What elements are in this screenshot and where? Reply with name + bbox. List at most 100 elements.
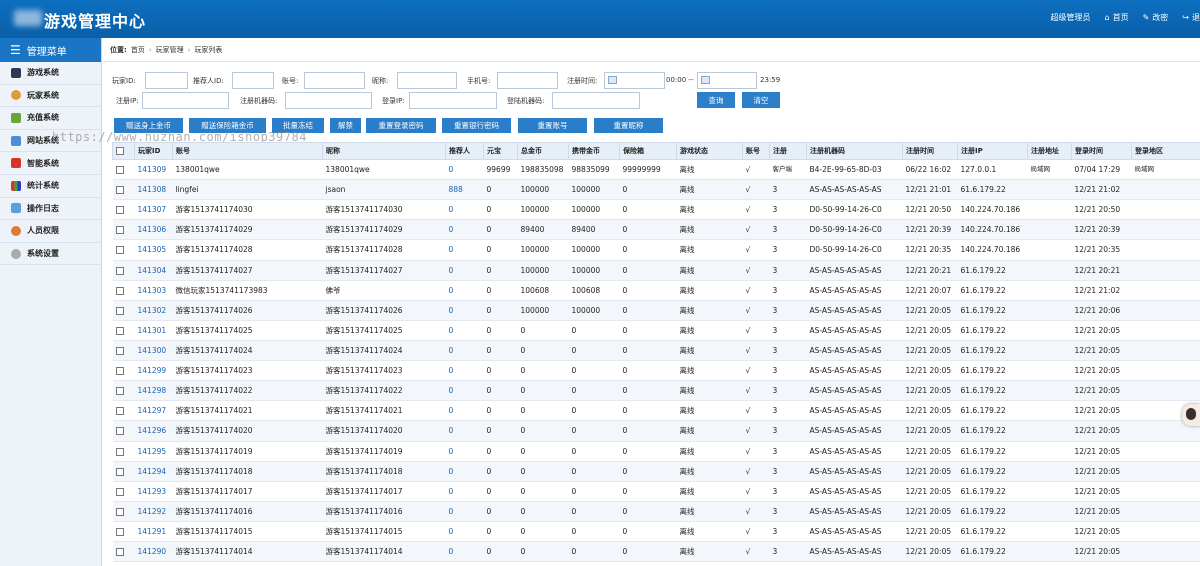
row-checkbox[interactable] xyxy=(115,206,124,215)
row-select-cell[interactable] xyxy=(112,340,135,362)
sidebar-item-game-system[interactable]: 游戏系统 xyxy=(0,62,101,85)
table-row[interactable]: 141294 游客1513741174018 游客1513741174018 0 0 0 0… xyxy=(112,461,1200,482)
row-checkbox[interactable] xyxy=(115,166,124,175)
row-checkbox[interactable] xyxy=(115,347,124,356)
table-header[interactable]: 登录地区 xyxy=(1131,142,1200,160)
unban-button[interactable]: 解禁 xyxy=(330,118,361,133)
login-ip-input[interactable] xyxy=(409,92,497,109)
row-checkbox[interactable] xyxy=(115,407,124,416)
batch-freeze-button[interactable]: 批量冻结 xyxy=(272,118,324,133)
table-row[interactable]: 141298 游客1513741174022 游客1513741174022 0 0 0 0… xyxy=(112,380,1200,402)
player-id-link[interactable]: 141309 xyxy=(134,159,173,181)
row-checkbox[interactable] xyxy=(115,528,124,537)
table-row[interactable]: 141305 游客1513741174028 游客1513741174028 0 0 10… xyxy=(112,239,1200,261)
table-row[interactable]: 141297 游客1513741174021 游客1513741174021 0 0 0 0… xyxy=(112,400,1200,422)
table-header[interactable]: 昵称 xyxy=(322,142,446,160)
player-id-link[interactable]: 141296 xyxy=(134,420,173,442)
row-select-cell[interactable] xyxy=(112,380,135,402)
row-checkbox[interactable] xyxy=(115,186,124,195)
table-row[interactable]: 141304 游客1513741174027 游客1513741174027 0 0 10… xyxy=(112,260,1200,281)
change-password-link[interactable]: ✎ 改密 xyxy=(1143,12,1169,23)
table-header[interactable]: 注册 xyxy=(769,142,807,160)
table-header[interactable]: 注册时间 xyxy=(902,142,958,160)
phone-input[interactable] xyxy=(497,72,558,89)
table-row[interactable]: 141293 游客1513741174017 游客1513741174017 0 0 0 0… xyxy=(112,481,1200,502)
sidebar-item-stats-system[interactable]: 统计系统 xyxy=(0,175,101,198)
player-id-link[interactable]: 141291 xyxy=(134,521,173,543)
table-row[interactable]: 141290 游客1513741174014 游客1513741174014 0 0 0 0… xyxy=(112,541,1200,563)
table-row[interactable]: 141296 游客1513741174020 游客1513741174020 0 0 0 0… xyxy=(112,420,1200,442)
player-id-link[interactable]: 141308 xyxy=(134,179,173,201)
account-input[interactable] xyxy=(304,72,365,89)
gift-safe-coins-button[interactable]: 赠送保险箱金币 xyxy=(189,118,266,133)
row-select-cell[interactable] xyxy=(112,461,135,482)
row-checkbox[interactable] xyxy=(115,266,124,275)
table-header[interactable]: 注册IP xyxy=(957,142,1028,160)
reg-machine-input[interactable] xyxy=(285,92,372,109)
row-select-cell[interactable] xyxy=(112,260,135,281)
nickname-input[interactable] xyxy=(397,72,457,89)
sidebar-item-settings[interactable]: 系统设置 xyxy=(0,243,101,266)
row-select-cell[interactable] xyxy=(112,219,135,241)
player-id-link[interactable]: 141292 xyxy=(134,501,173,522)
table-row[interactable]: 141306 游客1513741174029 游客1513741174029 0 0 89… xyxy=(112,219,1200,241)
player-id-link[interactable]: 141303 xyxy=(134,280,173,301)
calendar-icon[interactable] xyxy=(608,76,617,84)
row-checkbox[interactable] xyxy=(115,427,124,436)
table-row[interactable]: 141300 游客1513741174024 游客1513741174024 0 0 0 0… xyxy=(112,340,1200,362)
sidebar-item-operation-log[interactable]: 操作日志 xyxy=(0,198,101,221)
row-select-cell[interactable] xyxy=(112,300,135,321)
breadcrumb-item[interactable]: 首页 xyxy=(131,45,145,55)
sidebar-item-smart-system[interactable]: 智能系统 xyxy=(0,152,101,175)
player-id-link[interactable]: 141290 xyxy=(134,541,173,563)
player-id-link[interactable]: 141294 xyxy=(134,461,173,482)
row-checkbox[interactable] xyxy=(115,286,124,295)
logout-link[interactable]: ↪ 退 xyxy=(1182,12,1200,23)
row-select-cell[interactable] xyxy=(112,420,135,442)
login-machine-input[interactable] xyxy=(552,92,640,109)
table-row[interactable]: 141295 游客1513741174019 游客1513741174019 0 0 0 0… xyxy=(112,441,1200,462)
reg-ip-input[interactable] xyxy=(142,92,229,109)
player-id-link[interactable]: 141295 xyxy=(134,441,173,462)
player-id-link[interactable]: 141305 xyxy=(134,239,173,261)
assistant-avatar-icon[interactable] xyxy=(1182,404,1200,426)
table-row[interactable]: 141292 游客1513741174016 游客1513741174016 0 0 0 0… xyxy=(112,501,1200,522)
referrer-id-input[interactable] xyxy=(232,72,274,89)
table-header[interactable]: 推荐人 xyxy=(445,142,484,160)
row-select-cell[interactable] xyxy=(112,159,135,181)
sidebar-item-recharge-system[interactable]: 充值系统 xyxy=(0,107,101,130)
row-checkbox[interactable] xyxy=(115,226,124,235)
table-header[interactable]: 账号 xyxy=(172,142,323,160)
table-header[interactable]: 元宝 xyxy=(483,142,518,160)
table-header[interactable]: 登录时间 xyxy=(1071,142,1132,160)
table-row[interactable]: 141299 游客1513741174023 游客1513741174023 0 0 0 0… xyxy=(112,360,1200,382)
row-select-cell[interactable] xyxy=(112,320,135,341)
row-select-cell[interactable] xyxy=(112,360,135,382)
player-id-link[interactable]: 141293 xyxy=(134,481,173,502)
player-id-link[interactable]: 141299 xyxy=(134,360,173,382)
clear-button[interactable]: 清空 xyxy=(742,92,780,108)
table-header[interactable]: 注册地址 xyxy=(1027,142,1072,160)
table-header[interactable]: 携带金币 xyxy=(568,142,620,160)
breadcrumb-item[interactable]: 玩家管理 xyxy=(156,45,184,55)
select-all-cell[interactable] xyxy=(112,142,135,160)
table-header[interactable]: 总金币 xyxy=(517,142,569,160)
home-link[interactable]: ⌂ 首页 xyxy=(1105,12,1129,23)
table-row[interactable]: 141291 游客1513741174015 游客1513741174015 0 0 0 0… xyxy=(112,521,1200,543)
table-row[interactable]: 141301 游客1513741174025 游客1513741174025 0 0 0 0… xyxy=(112,320,1200,341)
row-checkbox[interactable] xyxy=(115,447,124,456)
reset-nickname-button[interactable]: 重置昵称 xyxy=(594,118,663,133)
sidebar-item-website-system[interactable]: 网站系统 xyxy=(0,130,101,153)
select-all-checkbox[interactable] xyxy=(116,147,124,155)
player-id-link[interactable]: 141307 xyxy=(134,199,173,221)
table-header[interactable]: 游戏状态 xyxy=(676,142,743,160)
row-select-cell[interactable] xyxy=(112,239,135,261)
row-select-cell[interactable] xyxy=(112,400,135,422)
player-id-input[interactable] xyxy=(145,72,188,89)
table-row[interactable]: 141308 lingfei jsaon 888 0 100000 100000 0 离线 √ 3 A… xyxy=(112,179,1200,201)
row-checkbox[interactable] xyxy=(115,548,124,557)
player-id-link[interactable]: 141301 xyxy=(134,320,173,341)
sidebar-item-player-system[interactable]: 玩家系统 xyxy=(0,85,101,108)
gift-coins-button[interactable]: 赠送身上金币 xyxy=(114,118,183,133)
reset-login-password-button[interactable]: 重置登录密码 xyxy=(366,118,436,133)
